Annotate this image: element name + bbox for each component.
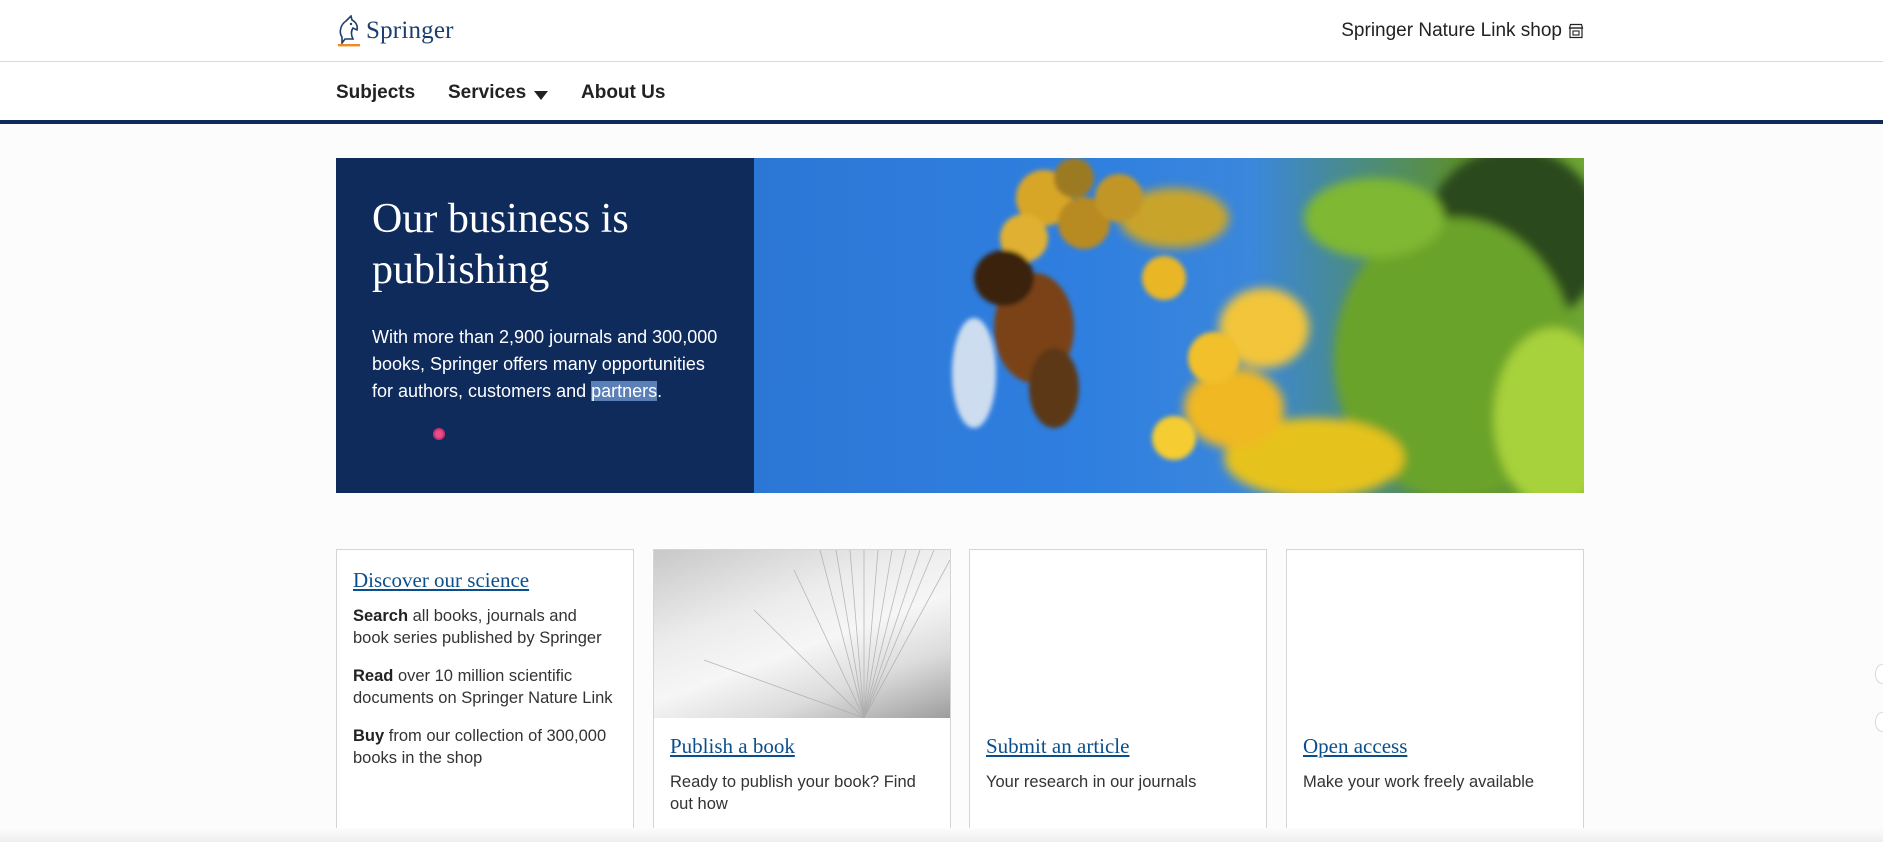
hero-text-end: . xyxy=(657,381,663,401)
hero-text-main: With more than 2,900 journals and 300,00… xyxy=(372,327,718,401)
discover-item-read: Read over 10 million scientific document… xyxy=(353,665,617,709)
discover-item-buy: Buy from our collection of 300,000 books… xyxy=(353,725,617,769)
main-nav: Subjects Services About Us xyxy=(0,62,1883,124)
publish-book-link[interactable]: Publish a book xyxy=(670,734,795,759)
shop-link-label: Springer Nature Link shop xyxy=(1341,20,1562,41)
card-body: Submit an article Your research in our j… xyxy=(970,718,1266,793)
nav-services[interactable]: Services xyxy=(448,82,549,104)
nav-about-us[interactable]: About Us xyxy=(581,82,665,104)
card-body: Publish a book Ready to publish your boo… xyxy=(654,718,950,815)
hero-banner: Our business is publishing With more tha… xyxy=(336,158,1584,493)
submit-article-desc: Your research in our journals xyxy=(986,773,1197,791)
nav-about-label: About Us xyxy=(581,82,666,103)
card-submit-article: Submit an article Your research in our j… xyxy=(969,549,1267,830)
edge-scroll-marker xyxy=(1875,664,1883,684)
edge-scroll-marker xyxy=(1875,712,1883,732)
hero-text-panel: Our business is publishing With more tha… xyxy=(336,158,754,493)
nav-subjects-label: Subjects xyxy=(336,82,416,103)
hero-title: Our business is publishing xyxy=(372,196,629,293)
discover-item-search: Search all books, journals and book seri… xyxy=(353,605,617,649)
card-body: Open access Make your work freely availa… xyxy=(1287,718,1583,793)
cursor-indicator xyxy=(433,428,445,440)
discover-item-bold: Search xyxy=(353,607,409,625)
logo-text: Springer xyxy=(366,17,454,44)
card-discover: Discover our science Search all books, j… xyxy=(336,549,634,830)
hero-description: With more than 2,900 journals and 300,00… xyxy=(372,324,718,405)
nav-services-label: Services xyxy=(448,82,527,103)
top-header: Springer Springer Nature Link shop xyxy=(0,0,1883,62)
shop-icon xyxy=(1568,23,1584,39)
bottom-shadow xyxy=(0,828,1883,842)
discover-item-bold: Read xyxy=(353,667,394,685)
card-image-placeholder xyxy=(1287,550,1583,718)
feature-cards: Discover our science Search all books, j… xyxy=(336,549,1584,830)
card-image-placeholder xyxy=(970,550,1266,718)
open-access-desc: Make your work freely available xyxy=(1303,773,1535,791)
open-access-link[interactable]: Open access xyxy=(1303,734,1407,759)
horse-logo-icon xyxy=(338,15,360,47)
card-open-access: Open access Make your work freely availa… xyxy=(1286,549,1584,830)
hero-text-selection: partners xyxy=(591,381,658,401)
chevron-down-icon xyxy=(534,90,549,100)
nav-subjects[interactable]: Subjects xyxy=(336,82,415,104)
shop-link[interactable]: Springer Nature Link shop xyxy=(1341,20,1584,42)
card-publish-book: Publish a book Ready to publish your boo… xyxy=(653,549,951,830)
discover-science-link[interactable]: Discover our science xyxy=(353,568,529,593)
book-pages-image xyxy=(654,550,950,718)
submit-article-link[interactable]: Submit an article xyxy=(986,734,1129,759)
bee-flowers-illustration xyxy=(952,158,1584,493)
publish-book-desc: Ready to publish your book? Find out how xyxy=(670,773,916,813)
springer-logo[interactable]: Springer xyxy=(336,14,454,48)
discover-item-bold: Buy xyxy=(353,727,385,745)
discover-item-text: from our collection of 300,000 books in … xyxy=(353,727,607,767)
hero-bee-image xyxy=(754,158,1584,493)
